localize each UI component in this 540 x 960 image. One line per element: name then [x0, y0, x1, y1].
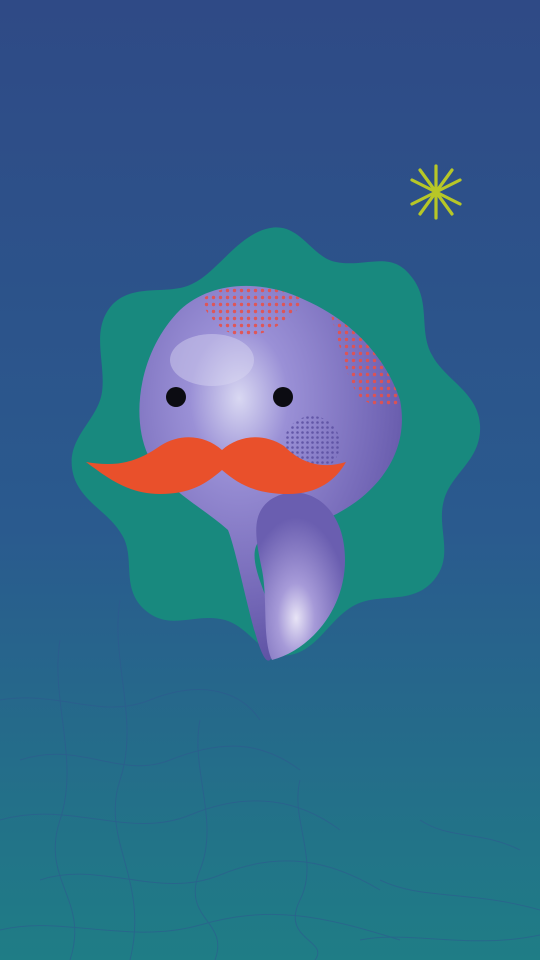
left-eye: [166, 387, 186, 407]
right-eye: [273, 387, 293, 407]
character-scene: [0, 0, 540, 960]
head-highlight: [170, 334, 254, 386]
illustration-canvas: [0, 0, 540, 960]
